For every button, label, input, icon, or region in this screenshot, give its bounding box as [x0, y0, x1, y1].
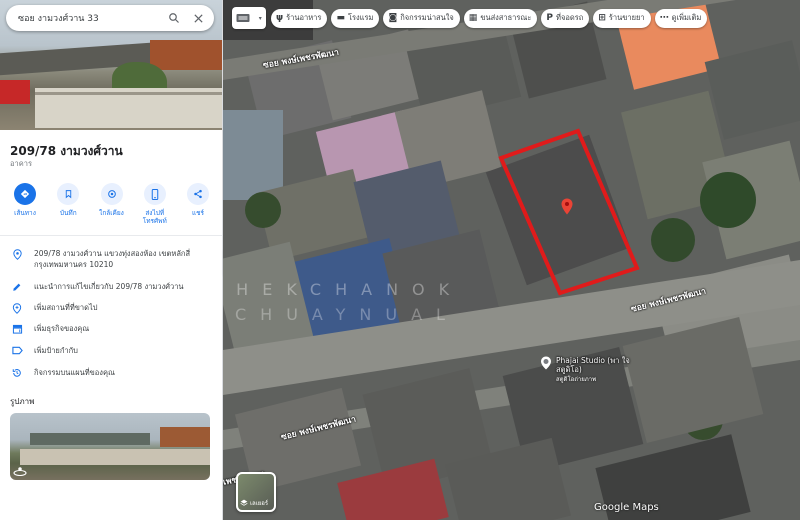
category-chips: ▾ ψ ร้านอาหาร ▬ โรงแรม ◙ กิจกรรมน่าสนใจ …: [232, 7, 711, 29]
nearby-button[interactable]: ใกล้เคียง: [93, 183, 131, 225]
watermark-line-2: CHUAYNUAL: [235, 305, 459, 324]
add-label-text: เพิ่มป้ายกำกับ: [34, 346, 78, 355]
photo-roof: [30, 433, 150, 445]
chip-hotels[interactable]: ▬ โรงแรม: [331, 8, 380, 28]
add-business-row[interactable]: เพิ่มธุรกิจของคุณ: [0, 323, 222, 334]
suggest-edit-text: แนะนำการแก้ไขเกี่ยวกับ 209/78 งามวงศ์วาน: [34, 282, 184, 291]
chip-transit-label: ขนส่งสาธารณะ: [480, 13, 532, 22]
storefront-icon: [0, 323, 34, 334]
place-type: อาคาร: [10, 159, 32, 168]
more-icon: ⋯: [659, 13, 669, 23]
directions-icon: [14, 183, 36, 205]
photos-heading: รูปภาพ: [10, 397, 35, 406]
share-label: แชร์: [191, 209, 205, 217]
chip-more[interactable]: ⋯ ดูเพิ่มเติม: [654, 8, 708, 28]
chip-attractions[interactable]: ◙ กิจกรรมน่าสนใจ: [383, 8, 460, 28]
photo-wall: [20, 449, 210, 465]
nearby-label: ใกล้เคียง: [99, 209, 124, 217]
keyboard-icon: [236, 14, 250, 22]
layers-icon: [240, 499, 248, 506]
save-label: บันทึก: [59, 209, 77, 217]
layers-button[interactable]: เลเยอร์: [236, 472, 276, 512]
location-pin-marker[interactable]: [561, 198, 573, 219]
map-activity-text: กิจกรรมบนแผนที่ของคุณ: [34, 368, 115, 377]
poi-marker[interactable]: Phajai Studio (พา ใจสตูดิโอ) สตูดิโอถ่าย…: [540, 356, 632, 384]
watermark-line-1: CHEKCHANOK: [223, 280, 464, 299]
pharmacy-icon: ⊞: [598, 13, 606, 23]
add-place-icon: [0, 302, 34, 314]
chevron-down-icon: ▾: [258, 14, 262, 22]
layers-label-wrap: เลเยอร์: [240, 498, 268, 508]
hero-sign: [0, 80, 30, 104]
chip-parking[interactable]: P ที่จอดรถ: [541, 8, 590, 28]
chip-restaurants-label: ร้านอาหาร: [286, 13, 322, 22]
search-icon[interactable]: [162, 5, 186, 31]
label-icon: [0, 345, 34, 355]
parking-icon: P: [546, 13, 554, 23]
send-to-phone-label: ส่งไปที่โทรศัพท์: [142, 209, 167, 225]
search-input[interactable]: ซอย งามวงศ์วาน 33: [6, 11, 162, 25]
share-icon: [187, 183, 209, 205]
poi-category: สตูดิโอถ่ายภาพ: [556, 376, 597, 383]
chip-transit[interactable]: ▦ ขนส่งสาธารณะ: [463, 8, 538, 28]
street-view-icon[interactable]: [12, 465, 28, 477]
map-activity-row[interactable]: กิจกรรมบนแผนที่ของคุณ: [0, 367, 222, 378]
location-pin-icon: [0, 248, 34, 260]
restaurant-icon: ψ: [276, 13, 284, 23]
history-icon: [0, 367, 34, 378]
photo-thumbnail[interactable]: [10, 413, 210, 480]
add-missing-place-text: เพิ่มสถานที่ที่ขาดไป: [34, 303, 98, 312]
save-button[interactable]: บันทึก: [49, 183, 87, 225]
directions-label: เส้นทาง: [14, 209, 36, 217]
nearby-icon: [100, 183, 123, 205]
hero-fence: [35, 92, 222, 95]
poi-name: Phajai Studio (พา ใจสตูดิโอ): [556, 356, 630, 374]
phone-icon: [143, 183, 166, 205]
hero-roof-right: [150, 40, 222, 70]
chip-pharmacy-label: ร้านขายยา: [608, 13, 645, 22]
chip-more-label: ดูเพิ่มเติม: [671, 13, 702, 22]
chip-parking-label: ที่จอดรถ: [556, 13, 584, 22]
poi-pin-icon: [541, 356, 551, 370]
add-business-text: เพิ่มธุรกิจของคุณ: [34, 324, 90, 333]
place-panel: ซอย งามวงศ์วาน 33 209/78 งามวงศ์วาน อาคา…: [0, 0, 223, 520]
transit-icon: ▦: [468, 13, 478, 23]
add-missing-place-row[interactable]: เพิ่มสถานที่ที่ขาดไป: [0, 302, 222, 314]
add-label-row[interactable]: เพิ่มป้ายกำกับ: [0, 345, 222, 356]
suggest-edit-row[interactable]: แนะนำการแก้ไขเกี่ยวกับ 209/78 งามวงศ์วาน: [0, 281, 222, 292]
search-box[interactable]: ซอย งามวงศ์วาน 33: [6, 5, 214, 31]
camera-icon: ◙: [388, 13, 398, 23]
chip-attractions-label: กิจกรรมน่าสนใจ: [400, 13, 454, 22]
directions-button[interactable]: เส้นทาง: [6, 183, 44, 225]
google-maps-logo: Google Maps: [594, 502, 659, 513]
map-type-toggle[interactable]: ▾: [232, 7, 266, 29]
chip-restaurants[interactable]: ψ ร้านอาหาร: [271, 8, 328, 28]
hotel-icon: ▬: [336, 13, 345, 23]
address-row[interactable]: 209/78 งามวงศ์วาน แขวงทุ่งสองห้อง เขตหลั…: [0, 248, 222, 270]
bookmark-icon: [57, 183, 80, 205]
send-to-phone-button[interactable]: ส่งไปที่โทรศัพท์: [136, 183, 174, 225]
chip-hotels-label: โรงแรม: [347, 13, 374, 22]
close-icon[interactable]: [186, 5, 210, 31]
photo-roof-right: [160, 427, 210, 447]
address-text: 209/78 งามวงศ์วาน แขวงทุ่งสองห้อง เขตหลั…: [34, 249, 191, 269]
share-button[interactable]: แชร์: [179, 183, 217, 225]
layers-label: เลเยอร์: [250, 500, 269, 507]
satellite-map[interactable]: ซอย พงษ์เพชรพัฒนา ซอย พงษ์เพชรพัฒนา ซอย …: [223, 0, 800, 520]
chip-pharmacy[interactable]: ⊞ ร้านขายยา: [593, 8, 651, 28]
action-buttons: เส้นทาง บันทึก ใกล้เคียง ส่งไปที่โทรศัพท…: [6, 183, 217, 225]
map-imagery: [223, 0, 800, 520]
pencil-icon: [0, 281, 34, 292]
divider: [0, 235, 222, 236]
